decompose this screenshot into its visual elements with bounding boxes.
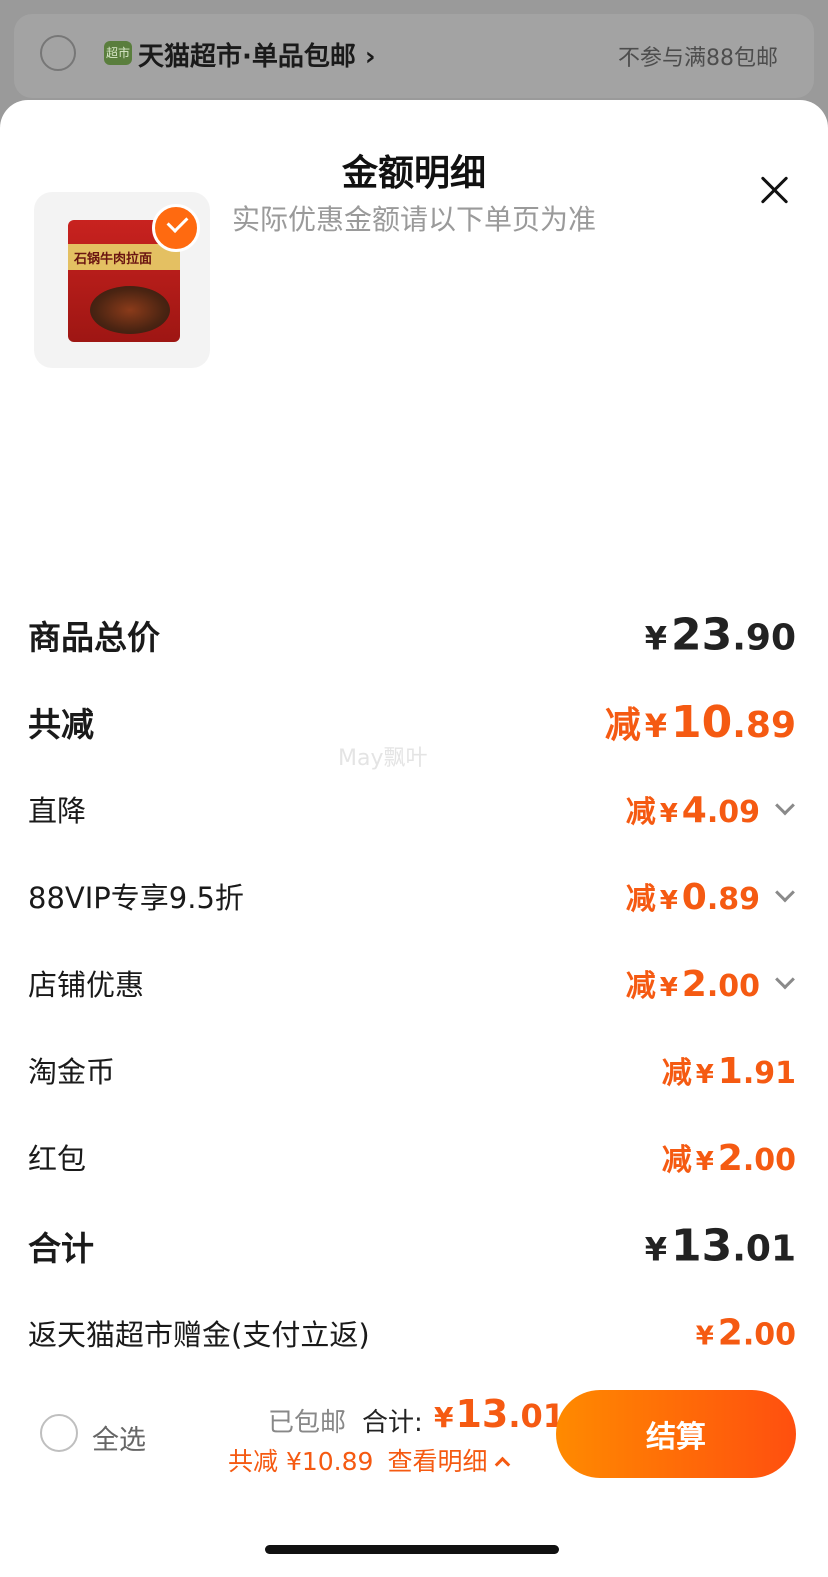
select-all-label[interactable]: 全选	[92, 1418, 146, 1457]
savings-text: 共减 ¥10.89	[228, 1447, 374, 1476]
shipping-status: 已包邮	[268, 1408, 347, 1438]
bottom-total-label: 合计:	[362, 1408, 423, 1438]
store-note: 不参与满88包邮	[618, 46, 778, 71]
supermarket-badge: 超市	[104, 41, 132, 65]
store-name: 天猫超市·单品包邮 ›	[138, 42, 376, 72]
store-select-radio	[40, 35, 76, 71]
savings-summary: 共减 ¥10.89 查看明细	[228, 1442, 511, 1478]
checkout-button[interactable]: 结算	[556, 1390, 796, 1478]
bottom-total-amount: ¥13.01	[434, 1392, 566, 1436]
bottom-bar: 全选 已包邮 合计: ¥13.01 共减 ¥10.89 查看明细 结算	[0, 100, 828, 1577]
view-detail-link[interactable]: 查看明细	[387, 1442, 487, 1478]
home-indicator	[265, 1545, 559, 1554]
chevron-up-icon[interactable]	[495, 1456, 511, 1472]
select-all-radio[interactable]	[40, 1414, 78, 1452]
